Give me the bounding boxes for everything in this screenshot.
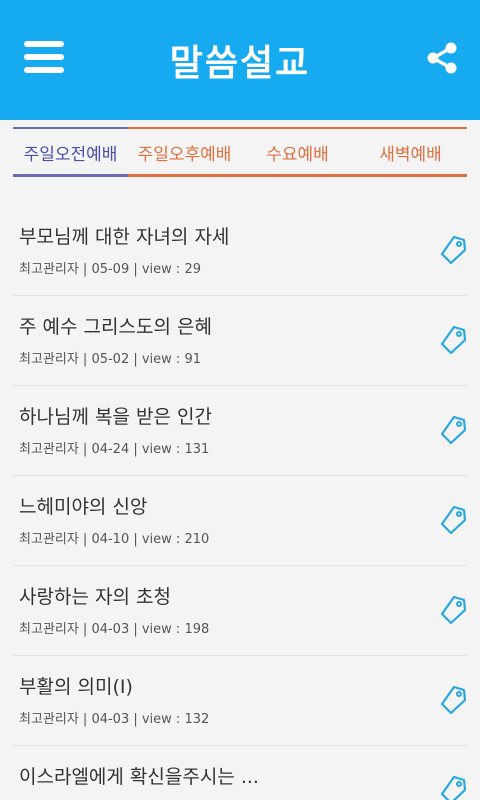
sermon-title: 부활의 의미(Ⅰ)	[19, 676, 133, 698]
tab-sunday-morning[interactable]: 주일오전예배	[13, 127, 128, 177]
sermon-meta: 최고관리자 | 04-03 | view : 198	[19, 622, 210, 637]
sermon-meta: 최고관리자 | 04-10 | view : 210	[19, 532, 210, 547]
tag-icon	[440, 775, 467, 800]
sermon-list-item[interactable]: 주 예수 그리스도의 은혜 최고관리자 | 05-02 | view : 91	[13, 296, 467, 386]
sermon-title: 하나님께 복을 받은 인간	[19, 406, 212, 428]
tab-dawn[interactable]: 새벽예배	[354, 127, 467, 177]
sermon-title: 주 예수 그리스도의 은혜	[19, 316, 212, 338]
sermon-list-item[interactable]: 이스라엘에게 확신을주시는 ...	[13, 746, 467, 800]
share-icon	[427, 42, 457, 74]
tag-icon	[440, 595, 467, 625]
worship-tabs: 주일오전예배 주일오후예배 수요예배 새벽예배	[13, 127, 467, 177]
sermon-title: 사랑하는 자의 초청	[19, 586, 171, 608]
sermon-meta: 최고관리자 | 05-09 | view : 29	[19, 262, 201, 277]
sermon-list: 부모님께 대한 자녀의 자세 최고관리자 | 05-09 | view : 29…	[0, 206, 480, 800]
sermon-title: 부모님께 대한 자녀의 자세	[19, 226, 230, 248]
sermon-title: 이스라엘에게 확신을주시는 ...	[19, 766, 259, 788]
tag-icon	[440, 685, 467, 715]
sermon-list-item[interactable]: 하나님께 복을 받은 인간 최고관리자 | 04-24 | view : 131	[13, 386, 467, 476]
sermon-list-item[interactable]: 부모님께 대한 자녀의 자세 최고관리자 | 05-09 | view : 29	[13, 206, 467, 296]
tag-icon	[440, 325, 467, 355]
sermon-title: 느헤미야의 신앙	[19, 496, 148, 518]
sermon-list-item[interactable]: 사랑하는 자의 초청 최고관리자 | 04-03 | view : 198	[13, 566, 467, 656]
tab-wednesday[interactable]: 수요예배	[241, 127, 354, 177]
sermon-list-item[interactable]: 부활의 의미(Ⅰ) 최고관리자 | 04-03 | view : 132	[13, 656, 467, 746]
sermon-meta: 최고관리자 | 05-02 | view : 91	[19, 352, 201, 367]
page-title: 말씀설교	[169, 43, 311, 84]
tag-icon	[440, 505, 467, 535]
app-header: 말씀설교	[0, 0, 480, 120]
sermon-list-item[interactable]: 느헤미야의 신앙 최고관리자 | 04-10 | view : 210	[13, 476, 467, 566]
sermon-meta: 최고관리자 | 04-03 | view : 132	[19, 712, 210, 727]
tab-sunday-afternoon[interactable]: 주일오후예배	[128, 127, 241, 177]
sermon-meta: 최고관리자 | 04-24 | view : 131	[19, 442, 210, 457]
app-root: 말씀설교 주일오전예배 주일오후예배 수요예배 새벽예배 부모님께 대한 자녀의…	[0, 0, 480, 800]
tag-icon	[440, 415, 467, 445]
tag-icon	[440, 235, 467, 265]
share-button[interactable]	[424, 40, 460, 76]
